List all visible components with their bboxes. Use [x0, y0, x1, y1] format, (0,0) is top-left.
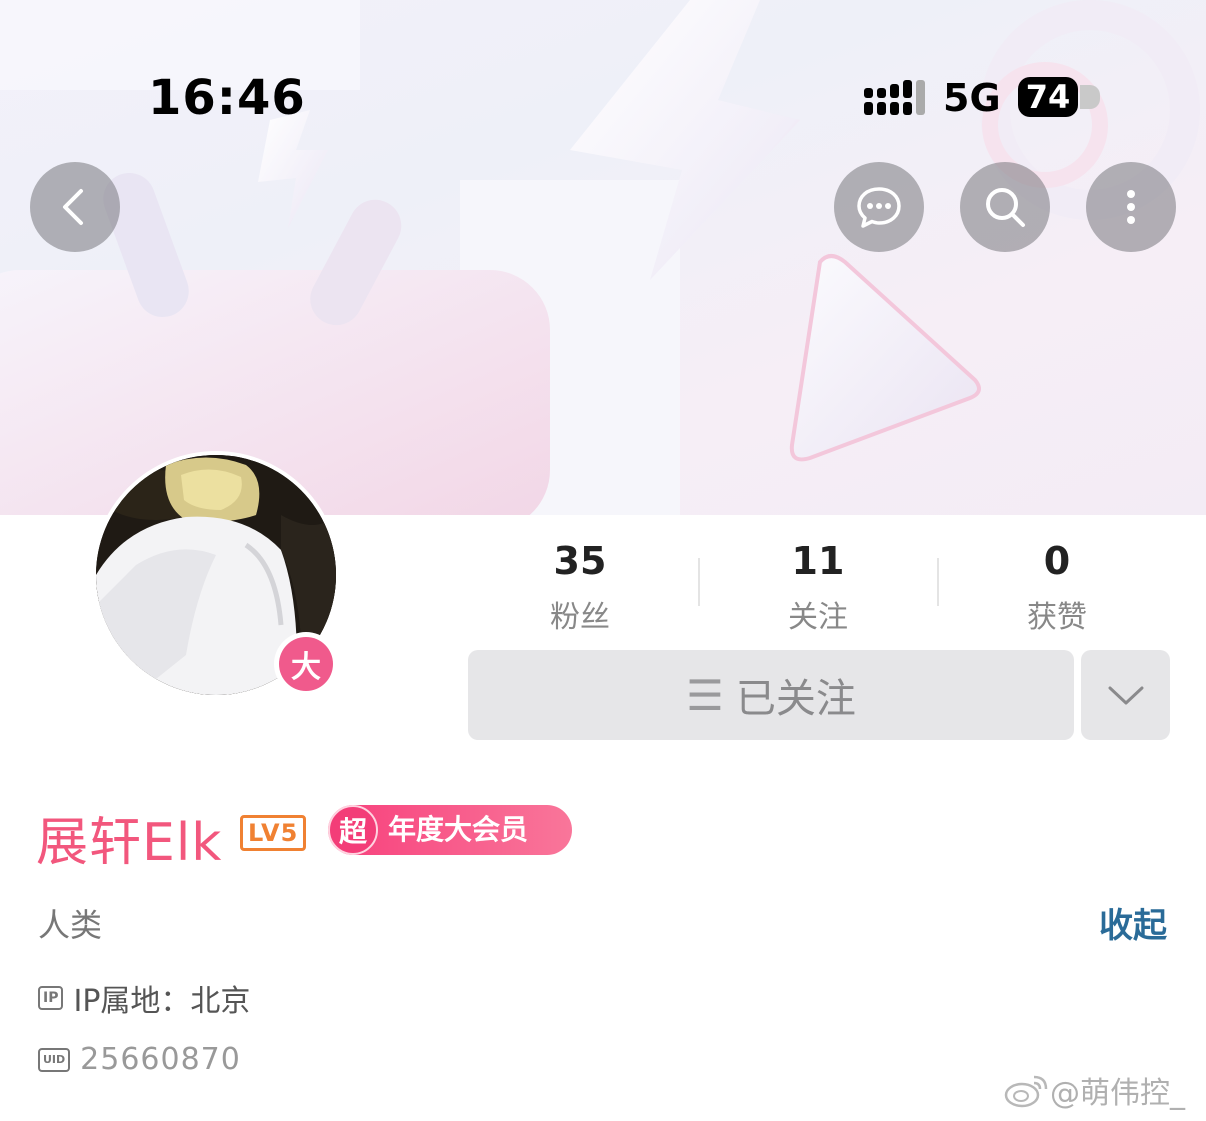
- stat-divider: [698, 558, 700, 606]
- back-icon: [63, 189, 83, 225]
- chevron-down-icon: [1108, 686, 1143, 705]
- vip-label: 年度大会员: [388, 813, 529, 846]
- stat-fans-label: 粉丝: [550, 600, 610, 635]
- stat-likes-value: 0: [1043, 539, 1071, 583]
- uid-value: 25660870: [80, 1042, 241, 1077]
- more-icon: [1127, 190, 1135, 224]
- collapse-link[interactable]: 收起: [1099, 898, 1167, 947]
- search-icon: [986, 188, 1025, 227]
- back-button[interactable]: [30, 162, 120, 252]
- user-verified-badge: 大: [274, 632, 338, 696]
- follow-dropdown-button[interactable]: [1081, 650, 1170, 740]
- uid-row: UID 25660870: [38, 1042, 241, 1077]
- more-button[interactable]: [1086, 162, 1176, 252]
- stat-fans-value: 35: [553, 539, 607, 583]
- ip-icon: IP: [38, 986, 64, 1010]
- watermark-text: @萌伟控_: [1050, 1076, 1185, 1111]
- signal-icon: [864, 80, 925, 115]
- stat-fans[interactable]: 35 粉丝: [480, 538, 680, 636]
- status-time: 16:46: [148, 70, 306, 126]
- network-type: 5G: [943, 76, 1001, 120]
- weibo-logo-icon: [1004, 1075, 1048, 1108]
- menu-lines-icon: ☰: [686, 670, 724, 720]
- username: 展轩Elk: [36, 813, 223, 873]
- stat-divider: [937, 558, 939, 606]
- user-bio: 人类: [38, 906, 103, 944]
- battery-tip: [1080, 85, 1100, 109]
- badge-da-text: 大: [279, 637, 333, 691]
- stat-following-label: 关注: [788, 600, 848, 635]
- vip-badge[interactable]: 超 年度大会员: [328, 805, 572, 855]
- weibo-watermark: @萌伟控_: [1004, 1068, 1185, 1112]
- stat-likes[interactable]: 0 获赞: [957, 538, 1157, 636]
- message-button[interactable]: [834, 162, 924, 252]
- followed-label: 已关注: [735, 676, 856, 722]
- vip-icon: 超: [328, 805, 378, 855]
- followed-button[interactable]: ☰ 已关注: [468, 650, 1074, 740]
- stat-likes-label: 获赞: [1027, 600, 1087, 635]
- ip-location: IP属地：北京: [73, 984, 251, 1019]
- search-button[interactable]: [960, 162, 1050, 252]
- stat-following[interactable]: 11 关注: [718, 538, 918, 636]
- chat-icon: [857, 187, 901, 228]
- uid-icon: UID: [38, 1047, 71, 1072]
- ip-location-row: IP IP属地：北京: [38, 976, 250, 1020]
- stat-following-value: 11: [791, 539, 845, 583]
- battery-indicator: 74: [1018, 77, 1078, 117]
- level-badge[interactable]: LV5: [240, 815, 307, 851]
